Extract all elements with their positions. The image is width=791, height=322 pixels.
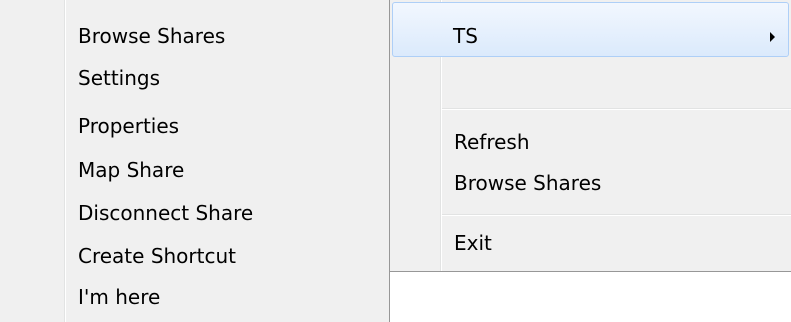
menu-separator: [442, 108, 791, 110]
menu-separator: [442, 214, 791, 216]
menu-item-label: TS: [453, 24, 478, 48]
menu-item-ts-submenu[interactable]: TS: [392, 2, 789, 57]
menu-item-properties[interactable]: Properties: [78, 114, 179, 138]
menu-item-create-shortcut[interactable]: Create Shortcut: [78, 244, 236, 268]
menu-item-browse-shares[interactable]: Browse Shares: [78, 24, 225, 48]
menu-item-browse-shares[interactable]: Browse Shares: [454, 171, 601, 195]
menu-item-label: Refresh: [454, 130, 530, 154]
menu-item-refresh[interactable]: Refresh: [454, 130, 530, 154]
menu-item-label: I'm here: [78, 285, 161, 309]
menu-item-label: Exit: [454, 231, 492, 255]
menu-item-label: Settings: [78, 66, 161, 90]
context-menu-left: Browse Shares Settings Properties Map Sh…: [0, 0, 390, 322]
menu-item-im-here[interactable]: I'm here: [78, 285, 160, 309]
menu-item-label: Browse Shares: [454, 171, 602, 195]
menu-item-settings[interactable]: Settings: [78, 66, 160, 90]
menu-item-label: Properties: [78, 114, 180, 138]
menu-item-exit[interactable]: Exit: [454, 231, 492, 255]
menu-item-label: Browse Shares: [78, 24, 226, 48]
context-menu-right: TS Refresh Browse Shares Exit: [390, 0, 791, 272]
menu-item-map-share[interactable]: Map Share: [78, 158, 184, 182]
menu-item-disconnect-share[interactable]: Disconnect Share: [78, 201, 253, 225]
menu-icon-gutter: [64, 0, 66, 322]
submenu-arrow-icon: [770, 32, 775, 42]
menu-item-label: Create Shortcut: [78, 244, 236, 268]
menu-item-label: Disconnect Share: [78, 201, 254, 225]
menu-item-label: Map Share: [78, 158, 185, 182]
